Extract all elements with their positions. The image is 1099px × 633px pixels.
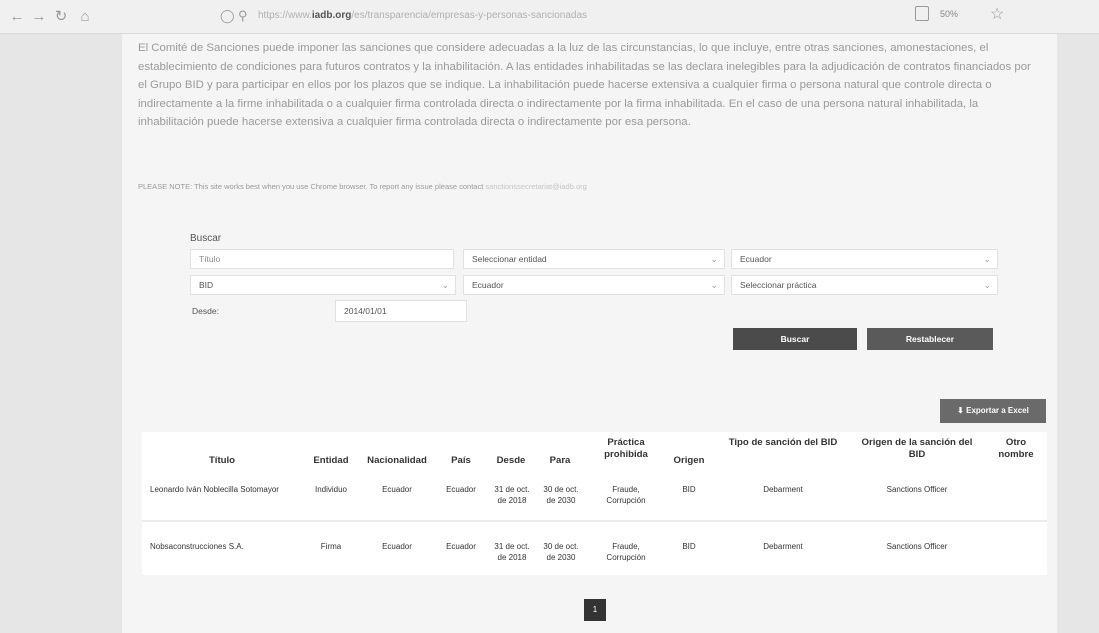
header-otro-nombre[interactable]: Otro nombre xyxy=(988,437,1044,461)
row1-origen: BID xyxy=(682,485,696,494)
row1-origen-sancion: Sanctions Officer xyxy=(886,485,948,494)
row2-practica: Fraude, Corrupción xyxy=(606,542,646,562)
row2-para: 30 de oct. de 2030 xyxy=(543,542,579,562)
header-origen[interactable]: Origen xyxy=(666,455,712,467)
row-divider xyxy=(142,520,1047,522)
from-date-label: Desde: xyxy=(192,306,219,316)
header-entidad[interactable]: Entidad xyxy=(306,455,356,467)
search-heading: Buscar xyxy=(190,233,222,244)
address-bar[interactable]: ◯ ⚲ https://www.iadb.org/es/transparenci… xyxy=(210,5,1010,29)
origin-select[interactable]: BID ⌄ xyxy=(190,275,456,295)
reset-button[interactable]: Restablecer xyxy=(867,328,993,350)
row2-titulo[interactable]: Nobsaconstrucciones S.A. xyxy=(150,541,300,552)
zoom-level[interactable]: 50% xyxy=(940,9,958,19)
country-select-value: Ecuador xyxy=(740,254,772,264)
export-excel-button[interactable]: ⬇ Exportar a Excel xyxy=(940,399,1046,423)
pagination-page-1[interactable]: 1 xyxy=(584,599,606,621)
reload-icon[interactable]: ↻ xyxy=(52,8,70,26)
row2-origen-sancion: Sanctions Officer xyxy=(886,542,948,551)
header-desde[interactable]: Desde xyxy=(489,455,533,467)
download-icon: ⬇ xyxy=(957,406,964,415)
chevron-down-icon: ⌄ xyxy=(983,254,991,264)
practice-select[interactable]: Seleccionar práctica ⌄ xyxy=(731,275,998,295)
row1-pais: Ecuador xyxy=(446,485,476,494)
row2-entidad: Firma xyxy=(320,542,342,551)
lock-icon[interactable]: ⚲ xyxy=(238,8,248,24)
chevron-down-icon: ⌄ xyxy=(983,280,991,290)
row2-pais: Ecuador xyxy=(446,542,476,551)
practice-select-value: Seleccionar práctica xyxy=(740,280,817,290)
row1-titulo[interactable]: Leonardo Iván Noblecilla Sotomayor xyxy=(150,484,300,495)
browser-note-text: PLEASE NOTE: This site works best when y… xyxy=(138,182,484,191)
bookmark-star-icon[interactable]: ☆ xyxy=(990,4,1004,24)
forward-icon[interactable]: → xyxy=(30,8,48,26)
chevron-down-icon: ⌄ xyxy=(710,280,718,290)
row1-nacionalidad: Ecuador xyxy=(382,485,412,494)
header-titulo[interactable]: Título xyxy=(192,455,252,467)
sanctions-intro-text: El Comité de Sanciones puede imponer las… xyxy=(138,42,1031,128)
header-para[interactable]: Para xyxy=(538,455,582,467)
shield-icon[interactable]: ◯ xyxy=(220,8,235,24)
nationality-select-value: Ecuador xyxy=(472,280,504,290)
entity-select-value: Seleccionar entidad xyxy=(472,254,547,264)
reader-view-icon[interactable] xyxy=(915,6,929,21)
row2-nacionalidad: Ecuador xyxy=(382,542,412,551)
page-content: El Comité de Sanciones puede imponer las… xyxy=(122,34,1057,633)
url-text[interactable]: https://www.iadb.org/es/transparencia/em… xyxy=(258,10,587,21)
browser-toolbar: ← → ↻ ⌂ ◯ ⚲ https://www.iadb.org/es/tran… xyxy=(0,0,1099,34)
title-search-input[interactable]: Título xyxy=(190,249,454,269)
country-select[interactable]: Ecuador ⌄ xyxy=(731,249,998,269)
origin-select-value: BID xyxy=(199,280,214,290)
row1-desde: 31 de oct. de 2018 xyxy=(494,485,530,505)
chevron-down-icon: ⌄ xyxy=(710,254,718,264)
header-pais[interactable]: País xyxy=(439,455,483,467)
entity-select[interactable]: Seleccionar entidad ⌄ xyxy=(463,249,725,269)
row1-entidad: Individuo xyxy=(314,485,348,494)
browser-note: PLEASE NOTE: This site works best when y… xyxy=(138,182,587,191)
header-tipo-sancion[interactable]: Tipo de sanción del BID xyxy=(720,437,846,449)
header-nacionalidad[interactable]: Nacionalidad xyxy=(358,455,436,467)
row1-practica: Fraude, Corrupción xyxy=(606,485,646,505)
row1-tipo: Debarment xyxy=(763,485,803,494)
header-practica[interactable]: Práctica prohibida xyxy=(594,437,658,461)
home-icon[interactable]: ⌂ xyxy=(76,8,94,26)
chevron-down-icon: ⌄ xyxy=(441,280,449,290)
search-button[interactable]: Buscar xyxy=(733,328,857,350)
results-table: Título Entidad Nacionalidad País Desde P… xyxy=(142,432,1047,575)
export-excel-label: Exportar a Excel xyxy=(966,406,1029,415)
row1-para: 30 de oct. de 2030 xyxy=(543,485,579,505)
row2-desde: 31 de oct. de 2018 xyxy=(494,542,530,562)
from-date-input[interactable]: 2014/01/01 xyxy=(335,300,467,322)
contact-email-link[interactable]: sanctionssecretariat@iadb.org xyxy=(485,182,586,191)
back-icon[interactable]: ← xyxy=(8,8,26,26)
row2-origen: BID xyxy=(682,542,696,551)
header-origen-sancion[interactable]: Origen de la sanción del BID xyxy=(852,437,982,461)
row2-tipo: Debarment xyxy=(763,542,803,551)
nationality-select[interactable]: Ecuador ⌄ xyxy=(463,275,725,295)
